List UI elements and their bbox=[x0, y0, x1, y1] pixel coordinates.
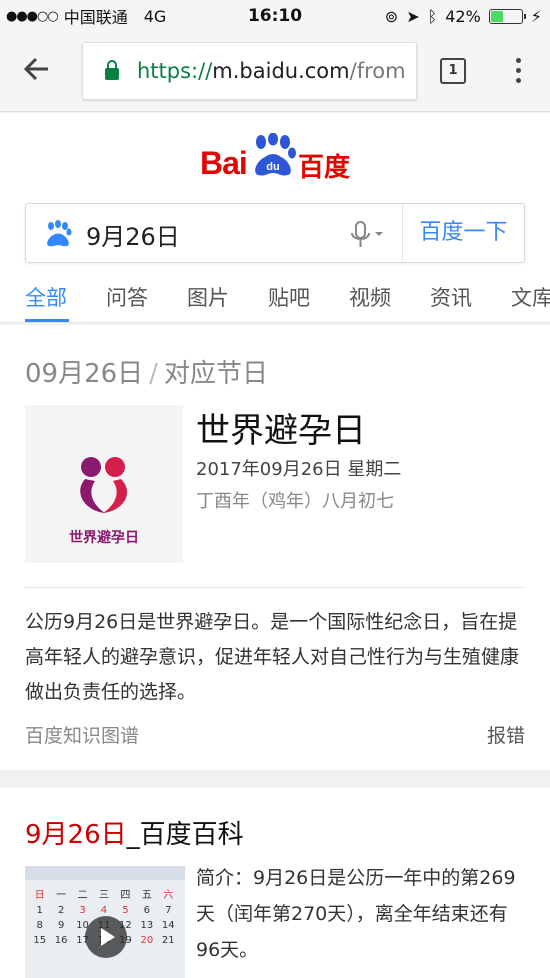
tab-video[interactable]: 视频 bbox=[349, 273, 430, 322]
baidu-paw-icon: du bbox=[255, 133, 296, 176]
source-label: 百度知识图谱 bbox=[25, 725, 140, 747]
title-rest: _百度百科 bbox=[126, 820, 244, 850]
calendar-weekday: 二 bbox=[77, 890, 88, 901]
header-separator: / bbox=[149, 359, 158, 389]
calendar-header-bar bbox=[25, 866, 185, 880]
baike-result-card[interactable]: 9月26日_百度百科 日 一 二 三 四 五 六 1 2 3 4 5 6 7 8… bbox=[0, 788, 550, 978]
back-button[interactable] bbox=[22, 54, 62, 90]
calendar-day: 4 bbox=[100, 905, 108, 916]
battery-icon bbox=[488, 8, 526, 24]
logo-chinese: 百度 bbox=[298, 153, 351, 183]
tab-switcher-button[interactable]: 1 bbox=[440, 58, 466, 84]
festival-lunar-date: 丁酉年（鸡年）八月初七 bbox=[196, 491, 394, 512]
calendar-day: 9 bbox=[57, 920, 65, 931]
calendar-weekday: 一 bbox=[56, 890, 67, 901]
calendar-day: 14 bbox=[161, 920, 175, 931]
baike-intro: 简介：9月26日是公历一年中的第269天（闰年第270天），离全年结束还有96天… bbox=[196, 867, 516, 961]
url-text[interactable]: https://m.baidu.com/from bbox=[137, 59, 406, 83]
calendar-day: 1 bbox=[36, 905, 43, 916]
calendar-day: 8 bbox=[36, 920, 43, 931]
calendar-weekday: 四 bbox=[120, 890, 131, 901]
baidu-logo[interactable]: Bai du 百度 bbox=[200, 133, 360, 183]
calendar-day: 5 bbox=[122, 905, 129, 916]
tab-qa[interactable]: 问答 bbox=[106, 273, 187, 322]
calendar-day: 15 bbox=[33, 935, 47, 946]
date-label: 09月26日 bbox=[25, 359, 144, 389]
baike-title-link[interactable]: 9月26日_百度百科 bbox=[25, 814, 244, 851]
festival-description: 公历9月26日是世界避孕日。是一个国际性纪念日，旨在提高年轻人的避孕意识，促进年… bbox=[25, 611, 520, 703]
calendar-weekday: 日 bbox=[34, 890, 45, 901]
search-input[interactable]: 9月26日 bbox=[86, 217, 180, 252]
tab-news[interactable]: 资讯 bbox=[430, 273, 511, 322]
status-bar: ●●●○○ 中国联通 4G 16:10 ⊚ ➤ ᛒ 42% ⚡ bbox=[0, 0, 550, 32]
title-highlight: 9月26日 bbox=[25, 820, 127, 850]
calendar-day: 7 bbox=[165, 905, 172, 916]
festival-logo: 世界避孕日 bbox=[25, 405, 183, 563]
tab-images[interactable]: 图片 bbox=[187, 273, 268, 322]
card-header: 09月26日 / 对应节日 bbox=[25, 353, 268, 390]
search-tabs: 全部 问答 图片 贴吧 视频 资讯 文库 bbox=[0, 273, 550, 323]
calendar-weekday: 三 bbox=[98, 890, 109, 901]
address-bar[interactable]: https://m.baidu.com/from bbox=[82, 42, 417, 100]
orientation-lock-icon: ⊚ bbox=[384, 6, 399, 26]
secure-lock-icon bbox=[105, 60, 119, 80]
search-button[interactable]: 百度一下 bbox=[402, 204, 524, 262]
browser-toolbar: https://m.baidu.com/from 1 bbox=[0, 32, 550, 112]
play-video-icon[interactable] bbox=[85, 916, 127, 958]
calendar-weekday: 六 bbox=[163, 890, 174, 901]
search-box[interactable]: 9月26日 百度一下 bbox=[25, 203, 525, 263]
url-scheme: https:// bbox=[137, 59, 213, 83]
location-icon: ➤ bbox=[406, 6, 420, 26]
calendar-day: 21 bbox=[161, 935, 175, 946]
festival-date: 2017年09月26日 星期二 bbox=[196, 459, 402, 480]
category-label: 对应节日 bbox=[163, 359, 268, 389]
calendar-weekday: 五 bbox=[141, 890, 152, 901]
calendar-day: 6 bbox=[143, 905, 151, 916]
calendar-day: 3 bbox=[79, 905, 86, 916]
search-header: Bai du 百度 9月26日 百度一下 全部 问答 图片 贴吧 视频 资讯 文… bbox=[0, 113, 550, 323]
calendar-day: 20 bbox=[140, 935, 154, 946]
calendar-day: 2 bbox=[57, 905, 65, 916]
tab-tieba[interactable]: 贴吧 bbox=[268, 273, 349, 322]
divider bbox=[25, 587, 525, 588]
url-host: m.baidu.com bbox=[212, 59, 350, 83]
festival-emblem-icon bbox=[80, 457, 128, 513]
logo-latin: Bai bbox=[200, 145, 248, 181]
festival-name[interactable]: 世界避孕日 bbox=[196, 403, 366, 452]
calendar-day: 13 bbox=[140, 920, 154, 931]
back-arrow-icon bbox=[23, 57, 48, 81]
logo-paw-text: du bbox=[266, 161, 279, 173]
report-error-link[interactable]: 报错 bbox=[487, 721, 525, 748]
microphone-icon[interactable] bbox=[348, 220, 384, 250]
calendar-video-thumbnail[interactable]: 日 一 二 三 四 五 六 1 2 3 4 5 6 7 8 9 10 11 12… bbox=[25, 866, 185, 978]
tab-all[interactable]: 全部 bbox=[25, 273, 106, 322]
charging-icon: ⚡ bbox=[530, 6, 542, 26]
overflow-menu-icon[interactable] bbox=[506, 52, 530, 88]
battery-fill bbox=[490, 10, 504, 22]
bluetooth-icon: ᛒ bbox=[427, 6, 438, 26]
status-right: ⊚ ➤ ᛒ 42% ⚡ bbox=[385, 7, 542, 26]
calendar-day: 16 bbox=[54, 935, 68, 946]
tab-wenku[interactable]: 文库 bbox=[511, 273, 550, 322]
url-path: /from bbox=[349, 59, 406, 83]
festival-result-card[interactable]: 09月26日 / 对应节日 世界避孕日 世界避孕日 2017年09月26日 星期二 … bbox=[0, 325, 550, 770]
baidu-paw-small-icon bbox=[47, 220, 72, 247]
battery-percent: 42% bbox=[445, 6, 481, 26]
festival-logo-text: 世界避孕日 bbox=[69, 530, 139, 546]
